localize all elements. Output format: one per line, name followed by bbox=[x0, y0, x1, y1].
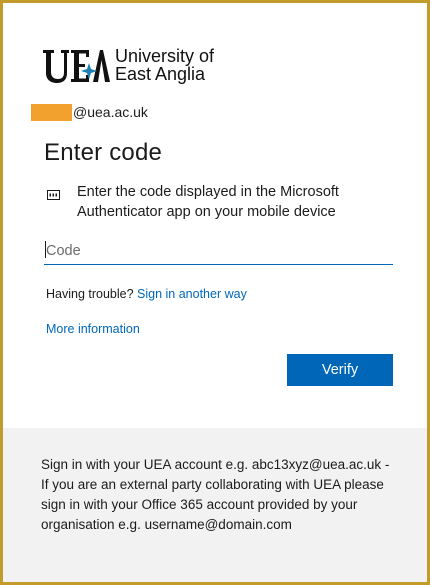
uea-logo: University of East Anglia bbox=[41, 43, 214, 87]
sign-in-panel: University of East Anglia @uea.ac.uk Ent… bbox=[0, 0, 430, 585]
sign-in-another-way-link[interactable]: Sign in another way bbox=[137, 287, 247, 301]
text-caret bbox=[45, 241, 46, 258]
code-input[interactable] bbox=[44, 237, 393, 265]
uea-logo-wordmark: University of East Anglia bbox=[115, 47, 214, 83]
verify-button[interactable]: Verify bbox=[287, 354, 393, 386]
instruction-row: Enter the code displayed in the Microsof… bbox=[47, 182, 367, 222]
redacted-username bbox=[31, 103, 72, 121]
instruction-text: Enter the code displayed in the Microsof… bbox=[77, 184, 339, 220]
page-title: Enter code bbox=[44, 139, 163, 166]
trouble-prefix: Having trouble? bbox=[46, 287, 138, 301]
keypad-icon bbox=[47, 187, 60, 200]
more-information-link[interactable]: More information bbox=[46, 322, 140, 336]
footer-text: Sign in with your UEA account e.g. abc13… bbox=[41, 457, 390, 532]
logo-line-1: University of bbox=[115, 46, 215, 66]
logo-line-2: East Anglia bbox=[115, 64, 206, 84]
uea-logo-mark-icon bbox=[41, 45, 111, 85]
account-identity[interactable]: @uea.ac.uk bbox=[31, 102, 148, 122]
footer-banner: Sign in with your UEA account e.g. abc13… bbox=[3, 428, 427, 582]
email-domain: @uea.ac.uk bbox=[73, 104, 148, 120]
trouble-row: Having trouble? Sign in another way bbox=[46, 287, 247, 301]
